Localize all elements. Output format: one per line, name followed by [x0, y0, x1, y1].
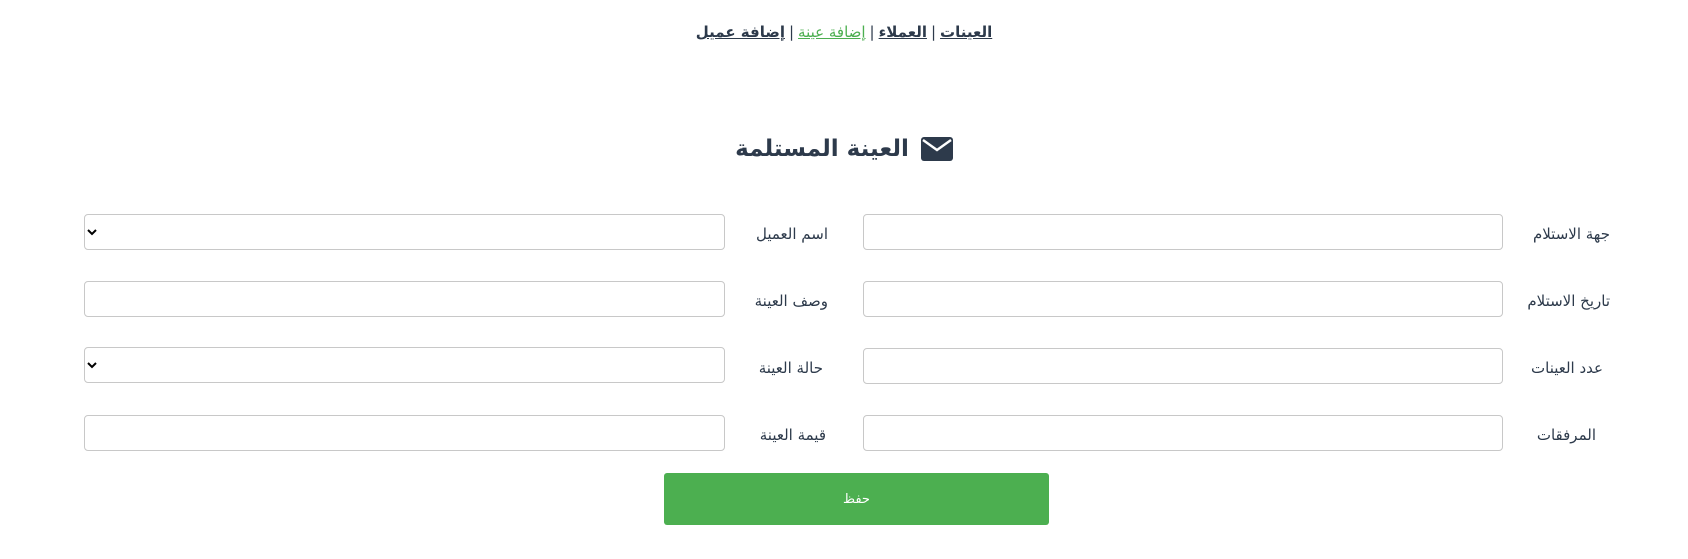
sample-description-label: وصف العينة — [754, 292, 828, 310]
client-name-label: اسم العميل — [755, 225, 828, 243]
receiving-party-label: جهة الاستلام — [1532, 225, 1610, 243]
sample-value-label: قيمة العينة — [759, 426, 826, 444]
sample-description-input[interactable] — [84, 281, 725, 317]
top-nav: العينات|العملاء|إضافة عينة|إضافة عميل — [0, 22, 1688, 42]
nav-separator: | — [869, 23, 875, 41]
nav-link-samples[interactable]: العينات — [940, 23, 992, 41]
envelope-icon — [920, 137, 953, 161]
form-header: العينة المستلمة — [0, 136, 1688, 162]
receiving-party-input[interactable] — [863, 214, 1503, 250]
nav-link-clients[interactable]: العملاء — [879, 23, 927, 41]
client-name-select[interactable] — [84, 214, 725, 250]
nav-separator: | — [930, 23, 937, 41]
save-button[interactable]: حفظ — [664, 473, 1049, 525]
receiving-date-label: تاريخ الاستلام — [1527, 292, 1610, 310]
sample-status-select[interactable] — [84, 347, 725, 383]
form-title: العينة المستلمة — [735, 136, 909, 162]
receiving-date-input[interactable] — [863, 281, 1503, 317]
nav-link-add-client[interactable]: إضافة عميل — [696, 23, 785, 41]
attachments-label: المرفقات — [1536, 426, 1596, 444]
sample-count-input[interactable] — [863, 348, 1503, 384]
sample-value-input[interactable] — [84, 415, 725, 451]
attachments-input[interactable] — [863, 415, 1503, 451]
nav-link-add-sample[interactable]: إضافة عينة — [798, 23, 866, 41]
nav-separator: | — [788, 23, 795, 41]
sample-count-label: عدد العينات — [1531, 359, 1603, 377]
sample-status-label: حالة العينة — [758, 359, 823, 377]
